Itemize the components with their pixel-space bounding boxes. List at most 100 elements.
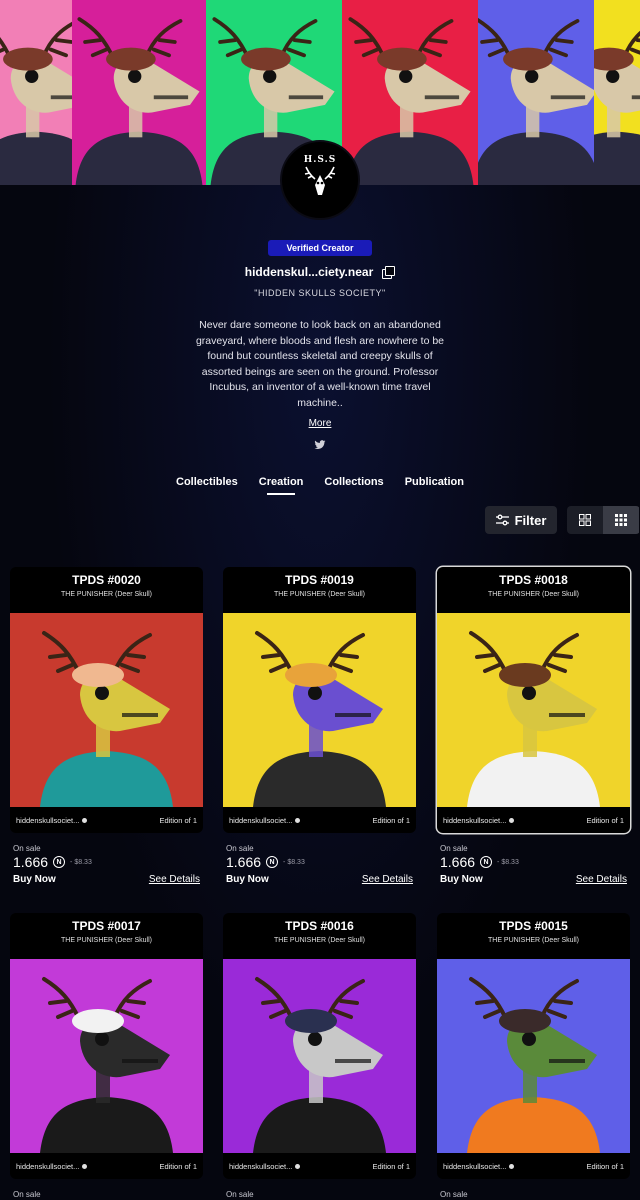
filter-button[interactable]: Filter [485,506,557,534]
owner-name: hiddenskullsociet... [16,1161,80,1171]
see-details-link[interactable]: See Details [149,874,200,885]
usd-price: - $8.33 [283,858,305,866]
on-sale-label: On sale [226,844,254,853]
edition-label: Edition of 1 [372,815,410,825]
buy-now-button[interactable]: Buy Now [226,874,269,885]
sale-info: On sale 1.666 N - $8.33 Buy Now See Deta… [440,844,633,885]
on-sale-label: On sale [440,1190,468,1199]
near-token-icon: N [53,856,66,868]
filter-label: Filter [514,512,547,528]
tab-collections[interactable]: Collections [324,476,383,494]
banner-artwork-tile [0,0,72,185]
nft-artwork-image [223,959,416,1153]
banner-artwork-tile [342,0,478,185]
nft-artwork-image [478,0,594,185]
usd-price: - $8.33 [497,858,519,866]
card-footer: hiddenskullsociet... Edition of 1 [437,1153,630,1179]
card-header: TPDS #0019 THE PUNISHER (Deer Skull) [223,567,416,613]
on-sale-label: On sale [13,1190,41,1199]
card-title: TPDS #0017 [72,919,141,933]
usd-price: - $8.33 [70,858,92,866]
more-link[interactable]: More [309,418,332,429]
card-footer: hiddenskullsociet... Edition of 1 [437,807,630,833]
profile-section: Verified Creator hiddenskul...ciety.near… [0,238,640,451]
nft-card[interactable]: TPDS #0017 THE PUNISHER (Deer Skull) hid… [10,913,203,1179]
nft-card[interactable]: TPDS #0020 THE PUNISHER (Deer Skull) hid… [10,567,203,833]
nft-artwork-image [594,0,640,185]
sale-info: On sale 1.666 N - $8.33 Buy Now See Deta… [226,844,419,885]
on-sale-label: On sale [13,844,41,853]
card-footer: hiddenskullsociet... Edition of 1 [10,807,203,833]
card-header: TPDS #0020 THE PUNISHER (Deer Skull) [10,567,203,613]
card-header: TPDS #0015 THE PUNISHER (Deer Skull) [437,913,630,959]
avatar-logo-text: H.S.S [303,155,337,165]
owner-name: hiddenskullsociet... [443,1161,507,1171]
near-token-icon: N [266,856,279,868]
small-grid-view-button[interactable] [603,506,639,534]
price-value: 1.666 [13,854,49,870]
large-grid-icon [579,514,591,526]
nft-artwork-image [0,0,72,185]
card-subtitle: THE PUNISHER (Deer Skull) [273,591,365,598]
banner-artwork-tile [478,0,594,185]
edition-label: Edition of 1 [372,1161,410,1171]
card-subtitle: THE PUNISHER (Deer Skull) [60,937,152,944]
price-value: 1.666 [226,854,262,870]
nft-artwork-image [437,959,630,1153]
verified-dot-icon [295,817,301,823]
edition-label: Edition of 1 [159,815,197,825]
sale-info: On sale 1.666 N - $8.33 Buy Now See Deta… [13,844,206,885]
card-title: TPDS #0020 [72,573,141,587]
card-title: TPDS #0018 [499,573,568,587]
nft-artwork-image [437,613,630,807]
sale-info: On sale [440,1190,633,1199]
nft-card[interactable]: TPDS #0018 THE PUNISHER (Deer Skull) hid… [437,567,630,833]
near-token-icon: N [480,856,493,868]
on-sale-label: On sale [226,1190,254,1199]
card-title: TPDS #0016 [285,919,354,933]
tab-publication[interactable]: Publication [405,476,464,494]
deer-skull-logo-icon [304,166,336,195]
see-details-link[interactable]: See Details [576,874,627,885]
card-subtitle: THE PUNISHER (Deer Skull) [60,591,152,598]
edition-label: Edition of 1 [586,1161,624,1171]
banner-artwork-tile [72,0,206,185]
on-sale-label: On sale [440,844,468,853]
twitter-icon[interactable] [314,439,326,451]
verified-dot-icon [509,1163,515,1169]
sale-info: On sale [13,1190,206,1199]
see-details-link[interactable]: See Details [362,874,413,885]
tab-collectibles[interactable]: Collectibles [176,476,238,494]
sale-info: On sale [226,1190,419,1199]
creator-avatar[interactable]: H.S.S [280,140,360,220]
nft-card[interactable]: TPDS #0015 THE PUNISHER (Deer Skull) hid… [437,913,630,1179]
owner-name: hiddenskullsociet... [16,815,80,825]
card-subtitle: THE PUNISHER (Deer Skull) [273,937,365,944]
large-grid-view-button[interactable] [567,506,603,534]
creator-username: hiddenskul...ciety.near [244,265,374,279]
card-header: TPDS #0016 THE PUNISHER (Deer Skull) [223,913,416,959]
edition-label: Edition of 1 [159,1161,197,1171]
verified-dot-icon [295,1163,301,1169]
small-grid-icon [615,514,627,526]
copy-icon[interactable] [381,265,396,279]
verified-dot-icon [82,1163,88,1169]
nft-artwork-image [342,0,478,185]
edition-label: Edition of 1 [586,815,624,825]
card-title: TPDS #0019 [285,573,354,587]
nft-card[interactable]: TPDS #0019 THE PUNISHER (Deer Skull) hid… [223,567,416,833]
card-footer: hiddenskullsociet... Edition of 1 [10,1153,203,1179]
view-toggle [567,506,640,534]
banner-artwork-tile [594,0,640,185]
verified-creator-badge: Verified Creator [268,240,372,256]
verified-dot-icon [509,817,515,823]
owner-name: hiddenskullsociet... [229,815,293,825]
nft-artwork-image [223,613,416,807]
card-header: TPDS #0017 THE PUNISHER (Deer Skull) [10,913,203,959]
buy-now-button[interactable]: Buy Now [440,874,483,885]
card-header: TPDS #0018 THE PUNISHER (Deer Skull) [437,567,630,613]
buy-now-button[interactable]: Buy Now [13,874,56,885]
nft-artwork-image [72,0,206,185]
nft-card[interactable]: TPDS #0016 THE PUNISHER (Deer Skull) hid… [223,913,416,1179]
tab-creation[interactable]: Creation [259,476,303,495]
